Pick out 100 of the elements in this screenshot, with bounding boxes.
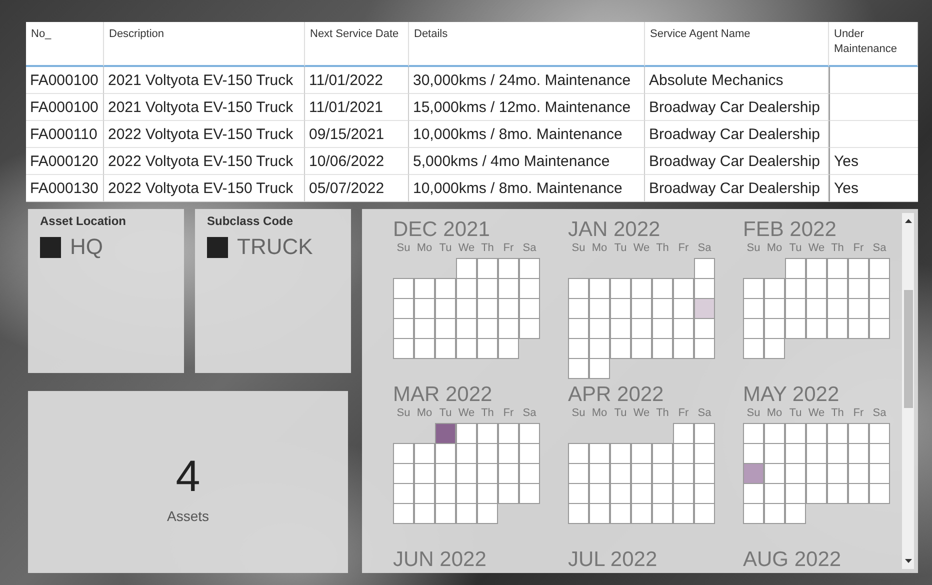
day-cell[interactable] [652,443,673,464]
day-cell[interactable] [827,318,848,339]
day-cell[interactable] [743,483,764,504]
day-cell[interactable] [806,443,827,464]
day-cell[interactable] [848,298,869,319]
day-cell[interactable] [848,423,869,444]
day-cell[interactable] [456,258,477,279]
day-cell[interactable] [519,463,540,484]
day-cell[interactable] [498,463,519,484]
day-cell[interactable] [610,278,631,299]
day-cell[interactable] [785,318,806,339]
day-cell[interactable] [694,258,715,279]
day-cell[interactable] [589,318,610,339]
day-cell[interactable] [806,298,827,319]
day-cell[interactable] [435,503,456,524]
day-cell[interactable] [393,443,414,464]
day-cell[interactable] [785,278,806,299]
day-cell[interactable] [869,423,890,444]
day-cell[interactable] [568,503,589,524]
day-cell[interactable] [589,338,610,359]
day-cell[interactable] [610,443,631,464]
day-cell[interactable] [652,503,673,524]
day-cell[interactable] [589,278,610,299]
column-header[interactable]: Next Service Date [305,22,409,67]
day-cell[interactable] [568,278,589,299]
day-cell[interactable] [694,338,715,359]
day-cell[interactable] [743,338,764,359]
day-cell[interactable] [477,298,498,319]
day-cell[interactable] [589,503,610,524]
day-cell[interactable] [764,443,785,464]
day-cell[interactable] [694,423,715,444]
day-cell[interactable] [869,318,890,339]
day-cell[interactable] [610,463,631,484]
day-cell[interactable] [414,503,435,524]
day-cell[interactable] [827,423,848,444]
day-cell[interactable] [498,483,519,504]
day-cell[interactable] [498,318,519,339]
day-cell[interactable] [631,298,652,319]
scrollbar[interactable] [902,213,914,569]
day-cell[interactable] [435,443,456,464]
day-cell[interactable] [568,338,589,359]
day-cell[interactable] [393,463,414,484]
day-cell[interactable] [610,318,631,339]
day-cell[interactable] [435,318,456,339]
day-cell[interactable] [652,483,673,504]
day-cell[interactable] [673,423,694,444]
day-cell[interactable] [414,318,435,339]
day-cell[interactable] [764,278,785,299]
day-cell[interactable] [848,278,869,299]
day-cell[interactable] [764,483,785,504]
day-cell[interactable] [477,318,498,339]
day-cell[interactable] [393,318,414,339]
checkbox[interactable] [207,236,228,258]
day-cell[interactable] [848,258,869,279]
day-cell[interactable] [848,483,869,504]
day-cell[interactable] [694,503,715,524]
day-cell[interactable] [694,443,715,464]
day-cell[interactable] [456,483,477,504]
day-cell[interactable] [498,298,519,319]
day-cell[interactable] [694,483,715,504]
day-cell[interactable] [498,423,519,444]
day-cell[interactable] [456,278,477,299]
day-cell[interactable] [673,503,694,524]
day-cell[interactable] [610,338,631,359]
day-cell[interactable] [869,483,890,504]
day-cell[interactable] [435,463,456,484]
day-cell[interactable] [764,318,785,339]
day-cell[interactable] [869,278,890,299]
day-cell[interactable] [785,503,806,524]
day-cell[interactable] [393,298,414,319]
day-cell[interactable] [743,443,764,464]
day-cell[interactable] [785,258,806,279]
day-cell[interactable] [806,463,827,484]
day-cell[interactable] [456,318,477,339]
column-header[interactable]: No_ [26,22,104,67]
day-cell[interactable] [764,503,785,524]
day-cell[interactable] [652,318,673,339]
day-cell[interactable] [652,298,673,319]
day-cell[interactable] [869,463,890,484]
day-cell[interactable] [827,463,848,484]
day-cell[interactable] [743,278,764,299]
day-cell[interactable] [694,278,715,299]
day-cell[interactable] [806,423,827,444]
day-cell[interactable] [764,298,785,319]
day-cell[interactable] [848,443,869,464]
day-cell[interactable] [631,483,652,504]
day-cell[interactable] [456,443,477,464]
day-cell[interactable] [414,278,435,299]
day-cell[interactable] [652,338,673,359]
day-cell[interactable] [477,258,498,279]
day-cell[interactable] [764,423,785,444]
day-cell[interactable] [610,298,631,319]
day-cell[interactable] [673,483,694,504]
day-cell[interactable] [631,318,652,339]
day-cell[interactable] [652,463,673,484]
day-cell[interactable] [477,483,498,504]
day-cell[interactable] [414,463,435,484]
day-cell[interactable] [631,463,652,484]
day-cell[interactable] [456,338,477,359]
day-cell[interactable] [764,338,785,359]
